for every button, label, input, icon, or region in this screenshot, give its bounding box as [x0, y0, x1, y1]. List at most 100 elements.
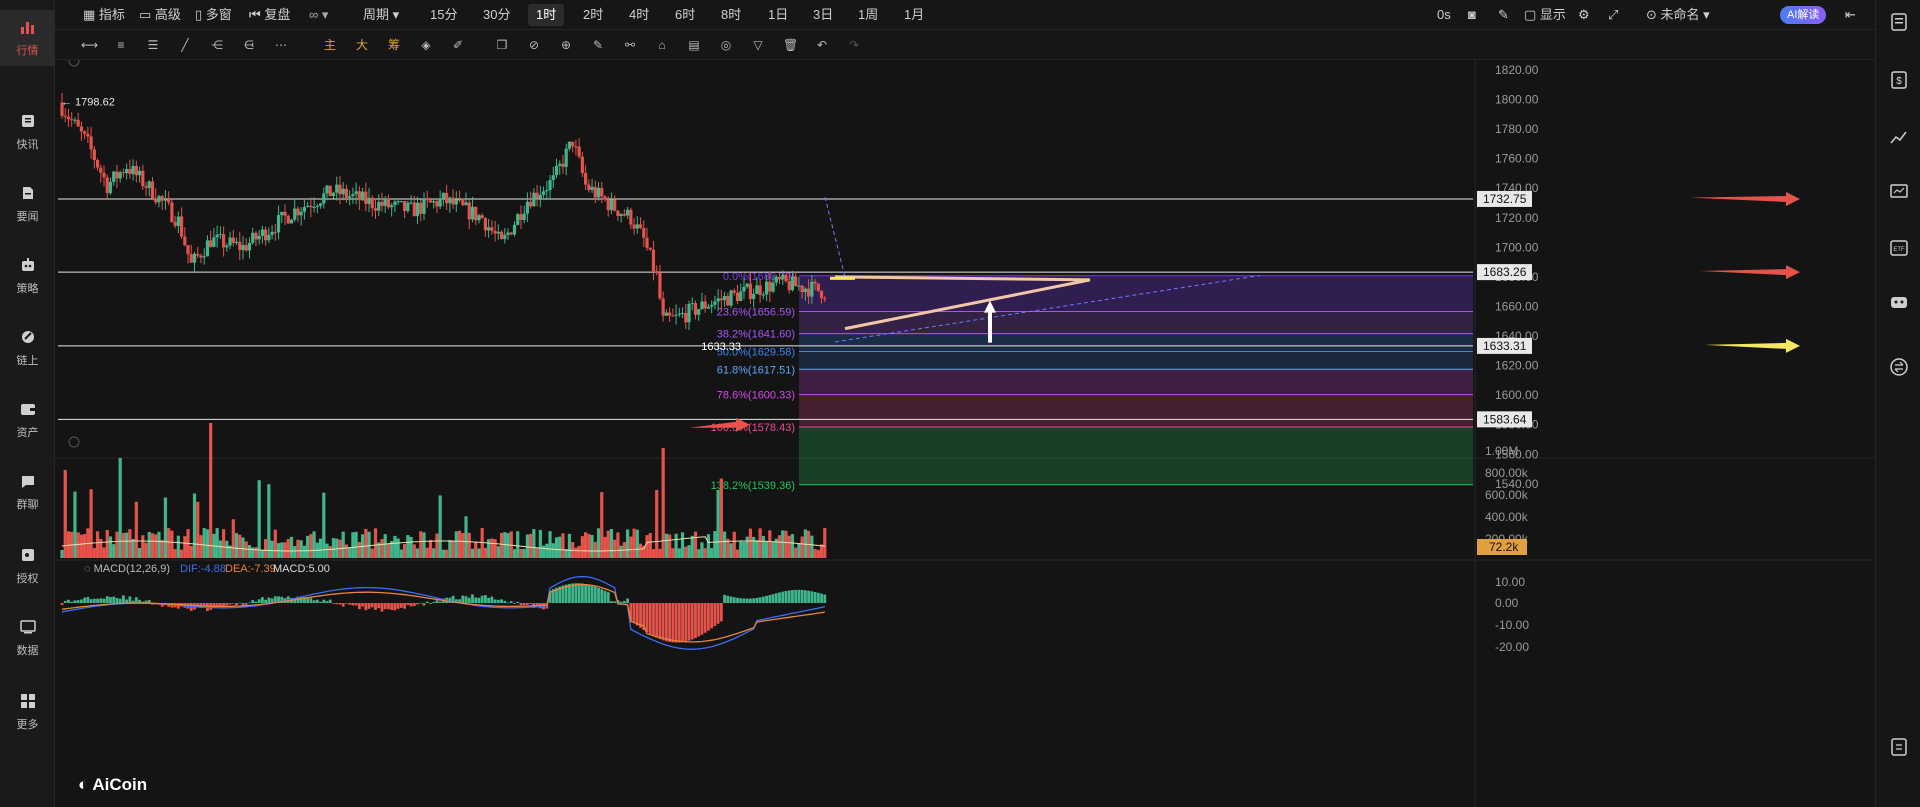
candle-body — [322, 193, 326, 204]
price-chart[interactable]: 0.0%(1680.79)23.6%(1656.59)38.2%(1641.60… — [55, 60, 1875, 807]
period-dropdown[interactable]: 周期 ▾ — [363, 0, 399, 30]
magnet-icon[interactable]: ◈ — [419, 38, 433, 52]
sidebar-item-market[interactable]: 行情 — [0, 10, 55, 66]
bot-icon[interactable] — [1889, 292, 1909, 312]
trash-icon[interactable]: 🗑 — [783, 38, 798, 52]
sidebar-item-auth[interactable]: 授权 — [0, 538, 55, 594]
candle-body — [406, 202, 410, 212]
link-icon[interactable]: ⚯ — [623, 38, 637, 52]
candle-body — [480, 215, 484, 219]
notes-icon[interactable] — [1889, 737, 1909, 757]
display-button[interactable]: ▢ 显示 — [1524, 0, 1566, 30]
macd-dea-label: DEA:-7.39 — [225, 563, 276, 575]
ai-analysis-button[interactable]: AI解读 — [1780, 6, 1827, 24]
filter-icon[interactable]: ▽ — [751, 38, 765, 52]
sidebar-item-onchain[interactable]: 链上 — [0, 320, 55, 376]
dollar-icon[interactable]: $ — [1889, 70, 1909, 90]
save-template-icon[interactable]: ▤ — [687, 38, 701, 52]
edit-icon[interactable]: ✎ — [1498, 0, 1509, 30]
gann-icon[interactable]: ⋳ — [242, 38, 256, 52]
channel-icon[interactable]: ☰ — [146, 38, 160, 52]
macd-histogram-bar — [471, 594, 474, 603]
candle-body — [344, 188, 349, 198]
trend-icon[interactable] — [1889, 127, 1909, 147]
macd-value-label: MACD:5.00 — [273, 563, 330, 575]
redo-icon[interactable]: ↷ — [847, 38, 861, 52]
sidebar-item-chat[interactable]: 群聊 — [0, 464, 55, 520]
layout-dropdown[interactable]: ⊙ 未命名 ▾ — [1646, 0, 1710, 30]
collapse-icon[interactable]: ⇤ — [1845, 0, 1856, 30]
camera-icon[interactable]: ◙ — [1468, 0, 1476, 30]
candle-body — [264, 229, 268, 241]
advanced-button[interactable]: ▭ 高级 — [139, 0, 181, 30]
interval-1h[interactable]: 1时 — [528, 4, 565, 26]
interval-15m[interactable]: 15分 — [430, 0, 457, 30]
undo-icon[interactable]: ↶ — [815, 38, 829, 52]
copy-icon[interactable]: ❐ — [495, 38, 509, 52]
trendline-icon[interactable]: ╱ — [178, 38, 192, 52]
macd-histogram-bar — [716, 603, 720, 624]
fib-retracement-icon[interactable]: ⋲ — [210, 38, 224, 52]
fullscreen-icon[interactable]: ⤢ — [1608, 0, 1618, 30]
candle-body — [383, 198, 387, 206]
chart-style-button[interactable]: ∞ ▾ — [309, 0, 328, 30]
interval-1d[interactable]: 1日 — [768, 0, 788, 30]
main-chart-toggle[interactable]: 主 — [323, 38, 337, 52]
volume-bar — [170, 530, 174, 558]
interval-2h[interactable]: 2时 — [583, 0, 603, 30]
layers-icon[interactable]: ◎ — [719, 38, 733, 52]
interval-6h[interactable]: 6时 — [675, 0, 695, 30]
interval-30m[interactable]: 30分 — [483, 0, 510, 30]
volume-bar — [810, 535, 814, 558]
macd-histogram-bar — [361, 603, 364, 607]
replay-button[interactable]: ⏮ 复盘 — [249, 0, 290, 30]
sidebar-item-label: 链上 — [16, 355, 39, 367]
sidebar-item-more[interactable]: 更多 — [0, 684, 55, 740]
volume-bar — [196, 501, 200, 558]
sidebar-item-strategy[interactable]: 策略 — [0, 248, 55, 304]
interval-1w[interactable]: 1周 — [858, 0, 878, 30]
macd-histogram-bar — [396, 603, 400, 609]
etf-icon[interactable]: ETF — [1889, 238, 1909, 258]
brush-icon[interactable]: ✎ — [591, 38, 605, 52]
candle-body — [241, 245, 245, 250]
candle-body — [629, 209, 633, 225]
zoom-icon[interactable]: ⊕ — [559, 38, 573, 52]
macd-histogram-bar — [241, 603, 245, 606]
pen-icon[interactable]: ✐ — [451, 38, 465, 52]
volume-bar — [596, 528, 601, 558]
candle-body — [331, 192, 336, 197]
horizontal-line-icon[interactable]: ⟷ — [81, 38, 98, 52]
interval-1mo[interactable]: 1月 — [904, 0, 924, 30]
macd-histogram-bar — [79, 599, 83, 603]
sidebar-item-data[interactable]: 数据 — [0, 610, 55, 666]
interval-3d[interactable]: 3日 — [813, 0, 833, 30]
chip-toggle[interactable]: 筹 — [387, 38, 401, 52]
interval-8h[interactable]: 8时 — [721, 0, 741, 30]
multiwindow-button[interactable]: ▯ 多窗 — [195, 0, 232, 30]
sidebar-item-assets[interactable]: 资产 — [0, 392, 55, 448]
big-trade-toggle[interactable]: 大 — [355, 38, 369, 52]
volume-bar — [729, 543, 733, 558]
ruler-icon[interactable]: ⊘ — [527, 38, 541, 52]
sidebar-item-newsflash[interactable]: 快讯 — [0, 104, 55, 160]
volume-bar — [154, 534, 158, 558]
volume-bar — [354, 531, 358, 558]
candle-body — [677, 313, 681, 315]
interval-4h[interactable]: 4时 — [629, 0, 649, 30]
monitor-icon[interactable] — [1889, 182, 1909, 202]
more-tools-icon[interactable]: ⋯ — [274, 38, 288, 52]
sidebar-item-news[interactable]: 要闻 — [0, 176, 55, 232]
lock-icon[interactable]: ⌂ — [655, 38, 669, 52]
indicator-button[interactable]: ▦ 指标 — [83, 0, 125, 30]
candle-body — [790, 276, 795, 291]
swap-icon[interactable] — [1889, 357, 1909, 377]
volume-bar — [199, 535, 203, 558]
fib-retracement[interactable]: 0.0%(1680.79)23.6%(1656.59)38.2%(1641.60… — [711, 271, 1473, 492]
macd-histogram-bar — [723, 594, 726, 603]
settings-icon[interactable]: ⚙ — [1578, 0, 1590, 30]
orderbook-icon[interactable] — [1889, 12, 1909, 32]
parallel-lines-icon[interactable]: ≡ — [114, 38, 128, 52]
aicoin-logo: ◐ AiCoin — [78, 775, 147, 795]
candle-body — [587, 184, 591, 190]
